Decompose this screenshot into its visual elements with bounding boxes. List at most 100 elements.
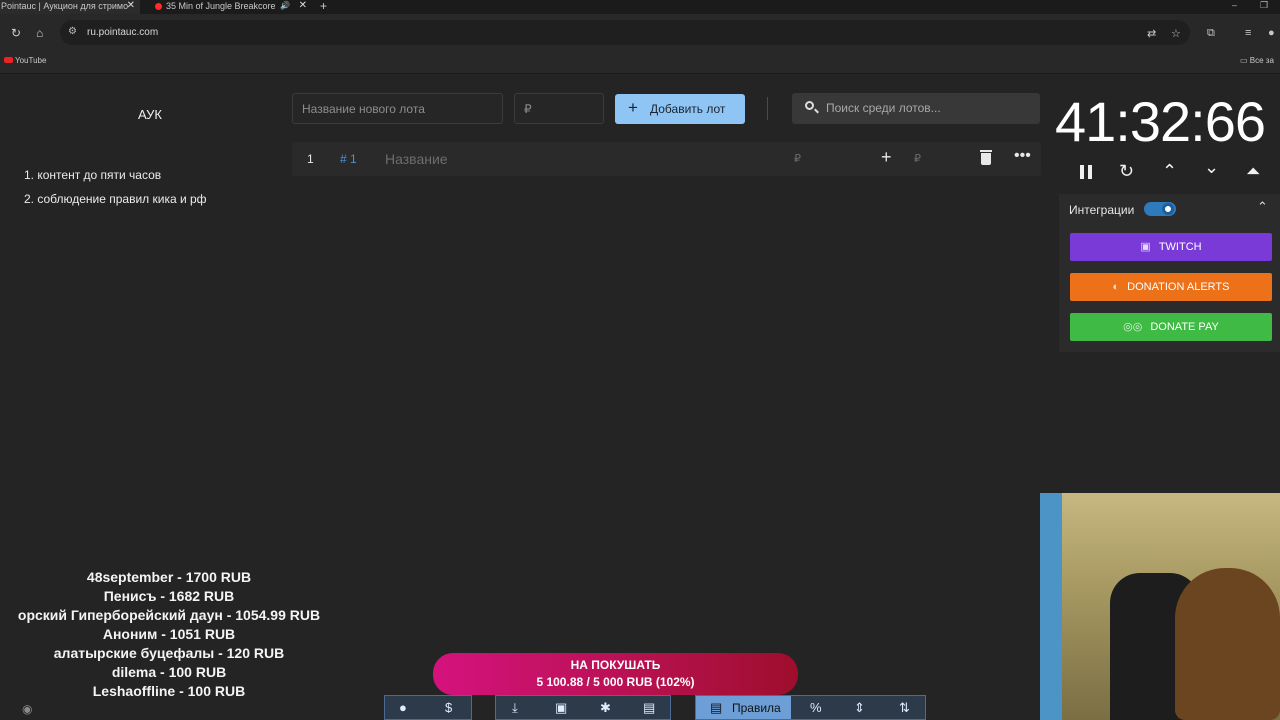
extensions-icon[interactable]: ⧉ (1207, 27, 1215, 40)
plus-icon: + (628, 98, 638, 117)
goal-progress: 5 100.88 / 5 000 RUB (102%) (536, 675, 695, 689)
pause-icon[interactable] (1080, 165, 1092, 179)
donor-item: орский Гиперборейский даун - 1054.99 RUB (17, 607, 321, 623)
rule-item: 1. контент до пяти часов (24, 168, 162, 182)
donor-item: алатырские буцефалы - 120 RUB (53, 645, 285, 661)
chevron-up-icon[interactable]: ⌃ (1162, 161, 1177, 182)
address-bar-row: ↻ ⌂ ⚙ ru.pointauc.com ⇄ ☆ ⧉ ≡ ● (0, 14, 1280, 50)
folder-icon: ▭ (1240, 56, 1250, 65)
tab-pointauc[interactable]: Pointauc | Аукцион для стримо ✕ (0, 0, 140, 14)
search-placeholder: Поиск среди лотов... (826, 101, 941, 115)
rules-list: 1. контент до пяти часов 2. соблюдение п… (24, 163, 207, 211)
percent-icon[interactable]: % (810, 700, 822, 715)
integrations-panel: Интеграции ⌃ ▣ TWITCH ◐ DONATION ALERTS ◎◎… (1059, 194, 1280, 352)
auction-title: АУК (138, 107, 162, 122)
reset-icon[interactable]: ↻ (1119, 161, 1134, 182)
double-chevron-up-icon[interactable]: ⏶ (1246, 161, 1260, 182)
new-lot-price-input[interactable]: ₽ (514, 93, 604, 124)
bug-icon[interactable]: ✱ (600, 700, 611, 716)
donor-item: Аноним - 1051 RUB (102, 626, 236, 642)
all-bookmarks[interactable]: ▭ Все за (1240, 56, 1274, 65)
maximize-icon[interactable]: ❐ (1260, 0, 1268, 11)
translate-icon[interactable]: ⇄ (1147, 27, 1156, 40)
rules-icon: ▤ (710, 700, 723, 715)
toolbar-group-links: ● $ (384, 695, 472, 720)
lot-amount-field[interactable]: ₽ (794, 152, 801, 165)
lot-row: 1 # 1 Название ₽ + ₽ ••• (292, 142, 1041, 176)
new-tab-button[interactable]: + (320, 0, 327, 13)
tab-youtube[interactable]: 35 Min of Jungle Breakcore 🔊 ✕ (152, 0, 312, 14)
eye-icon[interactable]: ◉ (22, 702, 32, 716)
chevron-down-icon[interactable]: ⌄ (1204, 157, 1219, 178)
donatepay-icon: ◎◎ (1123, 321, 1143, 333)
split-icon[interactable]: ⇕ (854, 700, 865, 716)
donation-alerts-button[interactable]: ◐ DONATION ALERTS (1070, 273, 1272, 301)
github-icon[interactable]: ● (399, 700, 407, 715)
new-lot-name-input[interactable]: Название нового лота (292, 93, 503, 124)
youtube-favicon-icon (155, 3, 162, 10)
toolbar-group-settings: ▤ Правила % ⇕ ⇅ (695, 695, 926, 720)
youtube-icon (4, 57, 13, 63)
toggle-knob (1162, 203, 1174, 215)
donation-goal-bar: НА ПОКУШАТЬ 5 100.88 / 5 000 RUB (102%) (433, 653, 798, 695)
webcam-overlay (1040, 493, 1280, 720)
dollar-icon[interactable]: $ (445, 700, 452, 715)
donation-alerts-label: DONATION ALERTS (1127, 281, 1230, 293)
save-icon[interactable]: ▣ (555, 700, 567, 716)
lot-id: # 1 (340, 152, 357, 166)
donor-item: dilema - 100 RUB (111, 664, 227, 680)
tab-title: 35 Min of Jungle Breakcore (166, 1, 276, 11)
import-icon[interactable]: ▤ (643, 700, 655, 716)
lot-index: 1 (307, 152, 314, 166)
rule-item: 2. соблюдение правил кика и рф (24, 192, 207, 206)
more-options-icon[interactable]: ••• (1014, 147, 1031, 165)
delete-lot-icon[interactable] (980, 150, 992, 165)
webcam-background (1040, 493, 1062, 720)
lot-name-field[interactable]: Название (385, 151, 448, 167)
bookmark-youtube[interactable]: YouTube (4, 56, 46, 65)
rules-button[interactable]: ▤ Правила (696, 696, 791, 719)
webcam-person (1175, 568, 1280, 720)
donate-pay-button[interactable]: ◎◎ DONATE PAY (1070, 313, 1272, 341)
donor-item: Leshaoffline - 100 RUB (92, 683, 246, 699)
browser-tab-bar: Pointauc | Аукцион для стримо ✕ 35 Min o… (0, 0, 1280, 14)
close-tab-icon[interactable]: ✕ (299, 0, 307, 12)
home-icon[interactable]: ⌂ (36, 26, 43, 40)
donate-pay-label: DONATE PAY (1150, 321, 1219, 333)
speaker-icon[interactable]: 🔊 (280, 0, 290, 12)
add-lot-label: Добавить лот (650, 102, 726, 116)
divider (767, 97, 768, 120)
twitch-icon: ▣ (1140, 241, 1151, 253)
bookmarks-bar: YouTube ▭ Все за (0, 50, 1280, 74)
site-info-icon[interactable]: ⚙ (68, 26, 77, 37)
add-amount-field[interactable]: ₽ (914, 152, 921, 165)
bookmark-label: YouTube (15, 56, 47, 65)
profile-icon[interactable]: ● (1268, 27, 1275, 39)
integrations-toggle[interactable] (1144, 202, 1176, 216)
toolbar-group-actions: ⤓ ▣ ✱ ▤ (495, 695, 671, 720)
add-lot-button[interactable]: + Добавить лот (615, 94, 745, 124)
url-text: ru.pointauc.com (87, 27, 159, 38)
minimize-icon[interactable]: – (1232, 0, 1237, 10)
lot-search-input[interactable]: Поиск среди лотов... (792, 93, 1040, 124)
donor-item: 48september - 1700 RUB (86, 569, 252, 585)
search-icon (805, 101, 814, 110)
tab-title: Pointauc | Аукцион для стримо (1, 1, 129, 11)
sort-icon[interactable]: ⇅ (899, 700, 910, 716)
close-tab-icon[interactable]: ✕ (127, 0, 135, 12)
twitch-button[interactable]: ▣ TWITCH (1070, 233, 1272, 261)
bookmark-star-icon[interactable]: ☆ (1171, 27, 1181, 40)
add-amount-icon[interactable]: + (881, 147, 892, 168)
twitch-label: TWITCH (1158, 241, 1202, 253)
collapse-chevron-icon[interactable]: ⌃ (1257, 199, 1268, 215)
integrations-label: Интеграции (1069, 203, 1135, 217)
reload-icon[interactable]: ↻ (11, 26, 21, 40)
donor-item: Пенисъ - 1682 RUB (103, 588, 235, 604)
url-field[interactable]: ⚙ ru.pointauc.com (60, 20, 1190, 45)
reading-list-icon[interactable]: ≡ (1245, 27, 1251, 39)
donors-list: 48september - 1700 RUB Пенисъ - 1682 RUB… (0, 568, 369, 701)
download-icon[interactable]: ⤓ (512, 700, 518, 716)
auction-page: АУК 1. контент до пяти часов 2. соблюден… (0, 75, 1280, 720)
goal-title: НА ПОКУШАТЬ (570, 658, 661, 672)
auction-timer: 41:32:66 (1055, 90, 1266, 153)
